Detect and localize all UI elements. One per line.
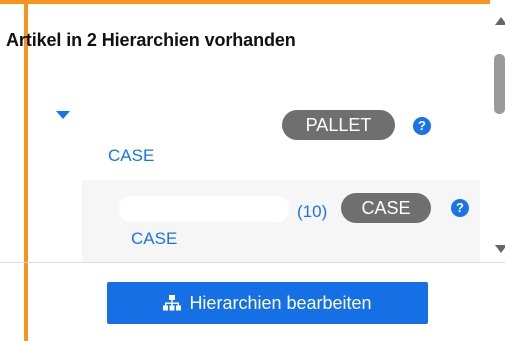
pallet-badge: PALLET [282, 110, 395, 140]
case-link[interactable]: CASE [108, 146, 154, 166]
frame-top-border [0, 0, 505, 4]
help-icon[interactable]: ? [451, 199, 469, 217]
panel-title: Artikel in 2 Hierarchien vorhanden [6, 30, 296, 50]
scroll-up-arrow-icon[interactable] [495, 17, 505, 25]
help-icon[interactable]: ? [413, 117, 431, 135]
divider [0, 262, 505, 263]
collapse-toggle-icon[interactable] [56, 111, 70, 119]
frame-left-border [24, 0, 28, 341]
edit-hierarchies-button[interactable]: Hierarchien bearbeiten [107, 282, 428, 324]
redacted-article-name [119, 196, 289, 222]
edit-hierarchies-label: Hierarchien bearbeiten [189, 292, 372, 313]
scrollbar[interactable] [490, 0, 505, 262]
case-link-child[interactable]: CASE [131, 229, 177, 249]
scroll-thumb[interactable] [494, 54, 505, 114]
case-badge: CASE [341, 193, 431, 223]
child-count: (10) [297, 202, 328, 221]
scroll-down-arrow-icon[interactable] [495, 245, 505, 253]
sitemap-icon [163, 295, 182, 311]
